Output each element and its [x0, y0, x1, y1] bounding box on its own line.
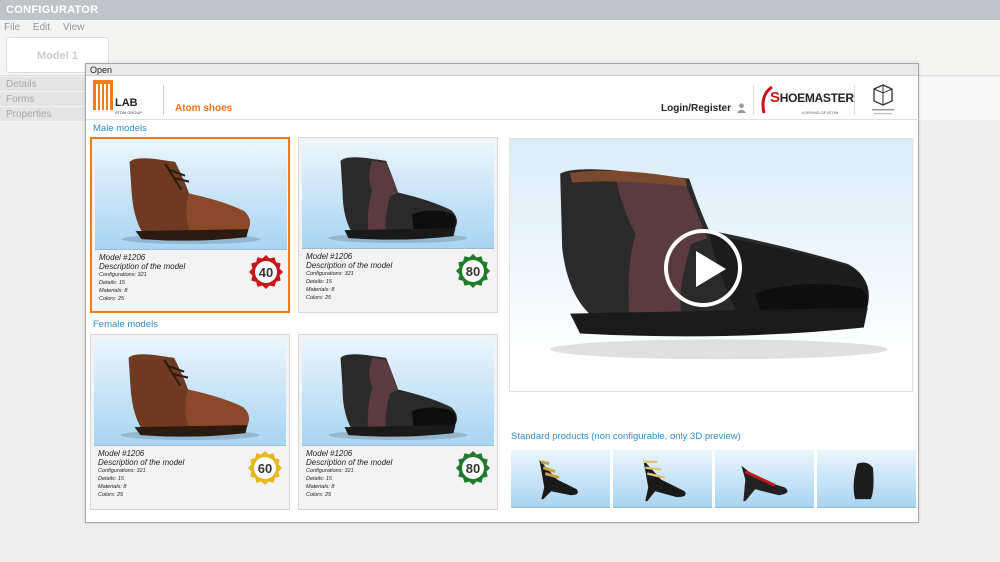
male-models-heading: Male models: [93, 123, 147, 134]
male-model-card-1[interactable]: Model #1206 Description of the model Confi…: [90, 137, 290, 313]
strappy-heel-image: [643, 459, 686, 502]
model-3d-preview[interactable]: [509, 138, 913, 392]
model-number: Model #1206: [306, 252, 353, 261]
side-panel: Details Forms Properties: [0, 77, 86, 122]
model-materials: Materials: 8: [99, 288, 128, 294]
model-number: Model #1206: [98, 449, 145, 458]
model-colors: Colors: 25: [99, 296, 125, 302]
heel-sandal-image: [539, 459, 578, 500]
model-description: Description of the model: [98, 458, 185, 467]
menu-view[interactable]: View: [63, 22, 85, 33]
female-models-heading: Female models: [93, 319, 158, 330]
score-badge-icon: 80: [456, 254, 490, 288]
model-description: Description of the model: [306, 458, 393, 467]
brown-boot-image: [121, 158, 261, 245]
model-image: [94, 338, 286, 446]
model-details: Details: 15: [306, 279, 332, 285]
menu-bar: File Edit View: [0, 20, 1000, 36]
model-description: Description of the model: [306, 261, 393, 270]
model-info: Model #1206 Description of the model Confi…: [306, 252, 392, 302]
play-button[interactable]: [664, 229, 742, 307]
black-boot-image: [328, 354, 468, 441]
svg-text:60: 60: [258, 461, 272, 476]
standard-product-3[interactable]: [715, 450, 814, 508]
side-details[interactable]: Details: [0, 77, 86, 92]
model-configurations: Configurations: 321: [306, 271, 354, 277]
score-badge: 80: [456, 254, 490, 288]
dialog-header: LAB ATOM GROUP Atom shoes Login/Register…: [86, 77, 920, 119]
model-materials: Materials: 8: [98, 484, 127, 490]
model-image: [95, 142, 287, 250]
standard-product-2[interactable]: [613, 450, 712, 508]
score-badge: 80: [456, 451, 490, 485]
score-badge-icon: 80: [456, 451, 490, 485]
model-colors: Colors: 25: [306, 295, 332, 301]
brown-boot-image: [120, 354, 260, 441]
model-image: [302, 141, 494, 249]
svg-text:80: 80: [466, 264, 480, 279]
score-badge: 60: [248, 451, 282, 485]
svg-text:40: 40: [259, 265, 273, 280]
app-title-bar: CONFIGURATOR: [0, 0, 1000, 20]
brand-name: Atom shoes: [175, 103, 233, 114]
standard-product-1[interactable]: [511, 450, 610, 508]
login-register-link[interactable]: Login/Register: [661, 103, 731, 114]
model-details: Details: 15: [306, 476, 332, 482]
model-configurations: Configurations: 321: [99, 272, 147, 278]
lab-logo-icon: [93, 80, 113, 110]
menu-edit[interactable]: Edit: [33, 22, 50, 33]
app-title: CONFIGURATOR: [6, 4, 99, 16]
dress-shoe-image: [853, 462, 874, 500]
model-info: Model #1206 Description of the model Confi…: [98, 449, 184, 499]
model-configurations: Configurations: 321: [306, 468, 354, 474]
open-dialog: Open LAB ATOM GROUP Atom shoes Login/Reg…: [85, 63, 920, 523]
menu-file[interactable]: File: [4, 22, 20, 33]
model-materials: Materials: 8: [306, 287, 335, 293]
logo-text: LAB: [115, 97, 138, 109]
female-model-card-1[interactable]: Model #1206 Description of the model Confi…: [90, 334, 290, 510]
model-materials: Materials: 8: [306, 484, 335, 490]
model-description: Description of the model: [99, 262, 186, 271]
user-icon[interactable]: [737, 103, 746, 113]
side-properties[interactable]: Properties: [0, 107, 86, 122]
male-model-card-2[interactable]: Model #1206 Description of the model Confi…: [298, 137, 498, 313]
model-configurations: Configurations: 321: [98, 468, 146, 474]
female-model-card-2[interactable]: Model #1206 Description of the model Confi…: [298, 334, 498, 510]
model-details: Details: 15: [98, 476, 124, 482]
black-boot-image: [328, 157, 468, 244]
standard-products-heading: Standard products (non configurable, onl…: [511, 431, 741, 442]
model-colors: Colors: 25: [98, 492, 124, 498]
model-info: Model #1206 Description of the model Confi…: [306, 449, 392, 499]
dialog-title: Open: [86, 64, 918, 76]
model-image: [302, 338, 494, 446]
side-forms[interactable]: Forms: [0, 92, 86, 107]
model-colors: Colors: 25: [306, 492, 332, 498]
shoemaster-logo: SHOEMASTER A BRAND OF ATOM: [760, 83, 854, 119]
logo-subtitle: ATOM GROUP: [115, 110, 142, 115]
model-details: Details: 15: [99, 280, 125, 286]
model-info: Model #1206 Description of the model Confi…: [99, 253, 185, 303]
score-badge: 40: [249, 255, 283, 289]
score-badge-icon: 60: [248, 451, 282, 485]
score-badge-icon: 40: [249, 255, 283, 289]
pump-heel-image: [741, 465, 788, 502]
model-number: Model #1206: [99, 253, 146, 262]
svg-text:80: 80: [466, 461, 480, 476]
standard-product-4[interactable]: [817, 450, 916, 508]
cube-logo-icon: [872, 84, 894, 115]
model-number: Model #1206: [306, 449, 353, 458]
